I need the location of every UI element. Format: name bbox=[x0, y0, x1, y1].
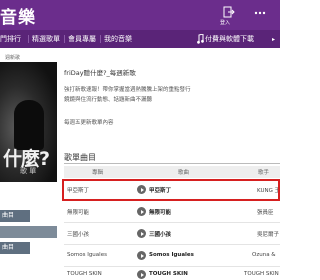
column-header-artist: 歌手 bbox=[258, 170, 270, 176]
top-header: 音樂 登入 bbox=[0, 0, 280, 30]
playlist-subtitle: 週新歌 bbox=[5, 55, 21, 61]
playlist-description: 強打新歌速報！帶你掌握當週熱騰騰上架的重點發行 bbox=[64, 87, 191, 93]
album-cell: 無限可能 bbox=[67, 210, 90, 216]
play-icon[interactable] bbox=[137, 270, 146, 279]
song-cell[interactable]: 無限可能 bbox=[149, 208, 171, 216]
login-label[interactable]: 登入 bbox=[220, 19, 230, 26]
site-logo[interactable]: 音樂 bbox=[0, 3, 36, 28]
nav-item-playlists[interactable]: 精選歌單 bbox=[32, 34, 60, 44]
artist-cell[interactable]: TOUGH SKIN bbox=[244, 271, 279, 277]
left-tracks-button[interactable]: 曲目 bbox=[0, 242, 30, 254]
cover-subtitle: 歌 單 bbox=[20, 167, 37, 175]
nav-scroll-arrow[interactable]: ▸ bbox=[272, 36, 275, 43]
album-cell: Somos Iguales bbox=[67, 252, 107, 258]
left-tracks-button[interactable]: 曲目 bbox=[0, 210, 30, 222]
cover-figure bbox=[14, 100, 44, 150]
nav-item-chart[interactable]: 門排行 bbox=[0, 34, 21, 44]
artist-cell[interactable]: 吳尼爾子 bbox=[257, 230, 279, 238]
nav-item-members[interactable]: 會員專屬 bbox=[68, 34, 96, 44]
section-divider bbox=[64, 163, 280, 164]
song-cell[interactable]: 三國小孩 bbox=[149, 230, 171, 238]
nav-divider bbox=[64, 35, 65, 43]
music-note-icon bbox=[197, 34, 204, 44]
playlist-title: friDay聽什麼?_每週新歌 bbox=[64, 69, 136, 77]
play-icon[interactable] bbox=[137, 251, 146, 260]
album-cell: 三國小孩 bbox=[67, 232, 90, 238]
nav-divider bbox=[100, 35, 101, 43]
artist-cell[interactable]: Ozuna & bbox=[252, 252, 276, 258]
artist-cell[interactable]: 張員臣 bbox=[257, 208, 274, 216]
playlist-cover: 什麼? 歌 單 bbox=[0, 62, 57, 182]
song-cell[interactable]: Somos Iguales bbox=[149, 252, 194, 258]
left-panel-bar bbox=[0, 226, 57, 238]
playlist-description: 鏡鏡與住流行動態、話題新曲不漏聽 bbox=[64, 97, 153, 103]
column-header-song: 歌曲 bbox=[178, 170, 190, 176]
nav-item-download[interactable]: 付費與軟體下載 bbox=[205, 34, 254, 44]
play-icon[interactable] bbox=[137, 229, 146, 238]
login-icon[interactable] bbox=[223, 6, 235, 18]
nav-divider bbox=[28, 35, 29, 43]
nav-item-my-music[interactable]: 我的音樂 bbox=[104, 34, 132, 44]
song-cell[interactable]: TOUGH SKIN bbox=[149, 271, 188, 277]
section-title: 歌單曲目 bbox=[64, 153, 96, 162]
selected-row-highlight bbox=[62, 179, 280, 201]
play-icon[interactable] bbox=[137, 207, 146, 216]
more-icon[interactable] bbox=[254, 7, 266, 19]
album-cell: TOUGH SKIN bbox=[67, 271, 102, 277]
table-row[interactable] bbox=[64, 223, 280, 245]
update-note: 每週五更新歌單內容 bbox=[64, 120, 114, 126]
table-row[interactable] bbox=[64, 201, 280, 223]
column-header-album: 專輯 bbox=[92, 170, 104, 176]
